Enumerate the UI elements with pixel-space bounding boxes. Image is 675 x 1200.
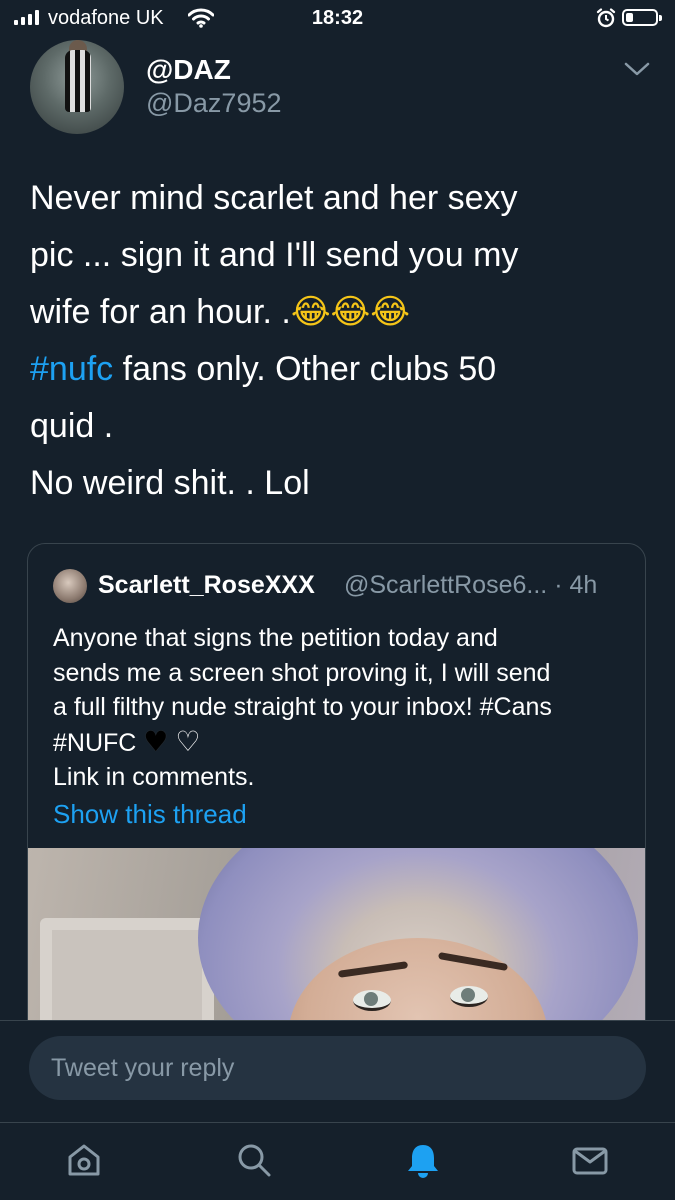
quoted-line: a full filthy nude straight to your inbo…: [53, 693, 552, 721]
status-bar: vodafone UK 18:32: [0, 0, 675, 40]
tweet-line: Never mind scarlet and her sexy: [30, 179, 518, 217]
author-avatar[interactable]: [30, 40, 124, 134]
laughing-emoji: 😂😂😂: [290, 292, 410, 332]
notifications-tab[interactable]: [401, 1138, 445, 1182]
bottom-navigation: [0, 1122, 675, 1200]
search-icon: [238, 1144, 271, 1177]
photo-eye: [353, 990, 391, 1011]
chevron-down-icon[interactable]: [620, 58, 654, 80]
white-heart-emoji: ♡: [175, 724, 201, 758]
author-display-name[interactable]: @DAZ: [146, 54, 231, 86]
tweet-text: Never mind scarlet and her sexy pic ... …: [30, 170, 650, 512]
search-tab[interactable]: [232, 1138, 276, 1182]
tweet-line: quid .: [30, 407, 114, 445]
mail-icon: [572, 1147, 608, 1175]
quoted-line-text: #NUFC: [53, 728, 144, 757]
quoted-line: sends me a screen shot proving it, I wil…: [53, 658, 551, 687]
tweet-line: #nufc fans only. Other clubs 50: [30, 341, 650, 398]
quoted-author-handle-and-time[interactable]: @ScarlettRose6... · 4h: [344, 571, 597, 600]
photo-eye: [450, 986, 488, 1007]
quoted-author-avatar[interactable]: [53, 569, 87, 603]
quoted-tweet-card[interactable]: Scarlett_RoseXXX @ScarlettRose6... · 4h …: [27, 543, 646, 1063]
quoted-line: Anyone that signs the petition today and: [53, 624, 498, 652]
tweet-line: wife for an hour. .😂😂😂: [30, 284, 650, 341]
messages-tab[interactable]: [568, 1138, 612, 1182]
tweet-line: No weird shit. . Lol: [30, 464, 310, 502]
tweet-line-text: fans only. Other clubs 50: [113, 350, 497, 388]
tweet-line-text: wife for an hour. .: [30, 293, 291, 331]
quoted-author-handle: @ScarlettRose6...: [344, 571, 548, 599]
show-thread-link[interactable]: Show this thread: [53, 799, 247, 830]
quoted-tweet-text: Anyone that signs the petition today and…: [53, 621, 633, 795]
hashtag-link[interactable]: #nufc: [30, 350, 113, 388]
author-handle[interactable]: @Daz7952: [146, 88, 282, 119]
tweet-line: pic ... sign it and I'll send you my: [30, 236, 519, 274]
home-icon: [68, 1144, 100, 1176]
reply-bar: [0, 1020, 675, 1122]
battery-icon: [622, 9, 662, 26]
reply-input[interactable]: [29, 1036, 646, 1100]
clock: 18:32: [311, 7, 364, 29]
quoted-author-display-name[interactable]: Scarlett_RoseXXX: [98, 571, 315, 600]
black-heart-emoji: ♥: [143, 724, 169, 758]
bell-icon: [408, 1145, 438, 1178]
quoted-tweet-time: · 4h: [547, 571, 598, 599]
quoted-line: #NUFC ♥ ♡: [53, 725, 633, 761]
alarm-icon: [596, 8, 616, 28]
home-tab[interactable]: [62, 1138, 106, 1182]
quoted-line: Link in comments.: [53, 763, 255, 791]
